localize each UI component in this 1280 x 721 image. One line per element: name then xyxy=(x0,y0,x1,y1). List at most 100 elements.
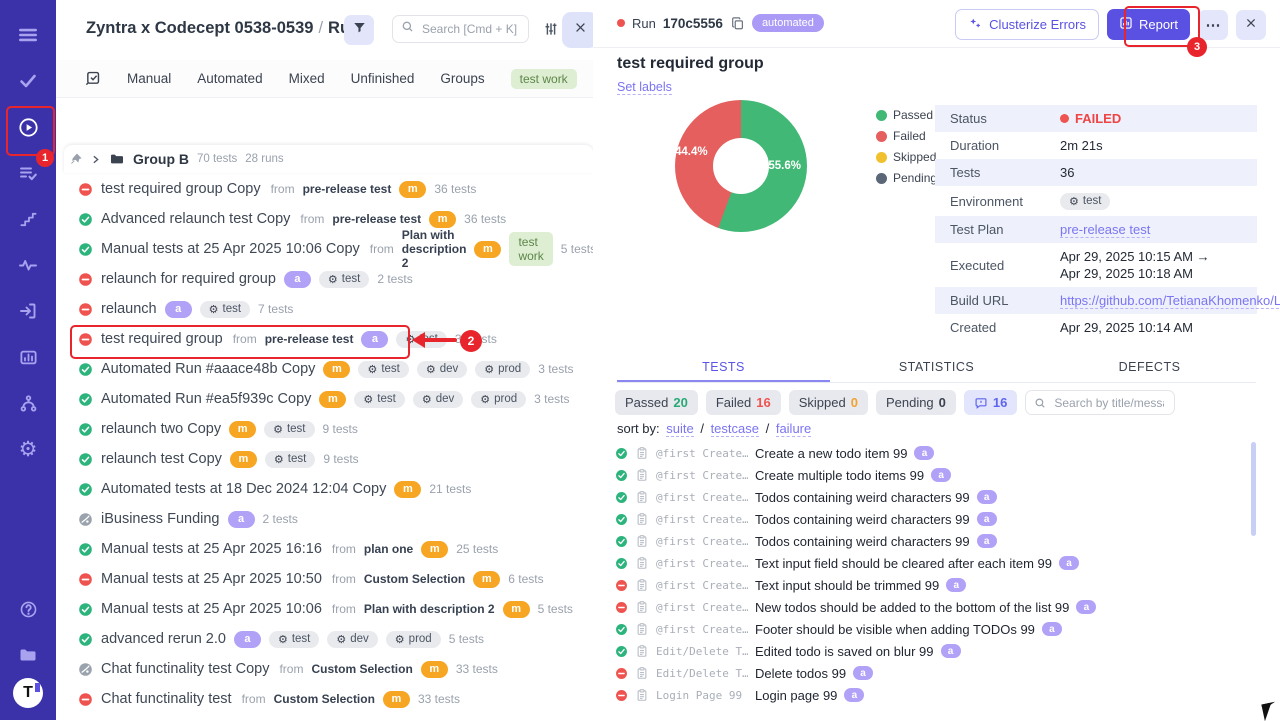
run-plan-link[interactable]: pre-release test xyxy=(265,332,354,346)
tab-tests[interactable]: TESTS xyxy=(617,355,830,382)
runs-search[interactable] xyxy=(392,15,529,43)
filter-chip-failed[interactable]: Failed16 xyxy=(706,390,781,415)
env-chip-test[interactable]: ⚙test xyxy=(264,421,314,438)
test-row[interactable]: @first Create…Todos containing weird cha… xyxy=(615,486,1260,508)
env-chip-test[interactable]: ⚙test xyxy=(319,271,369,288)
adjustments-icon[interactable] xyxy=(543,21,559,42)
test-row[interactable]: Edit/Delete T…Delete todos 99a xyxy=(615,662,1260,684)
sidebar-settings-icon[interactable]: ⚙ xyxy=(0,426,56,472)
run-row[interactable]: relauncha⚙test7 tests xyxy=(56,294,593,324)
copy-icon[interactable] xyxy=(730,16,745,31)
run-row[interactable]: relaunch test Copym⚙test9 tests xyxy=(56,444,593,474)
env-chip-test[interactable]: ⚙test xyxy=(269,631,319,648)
test-row[interactable]: @first Create…Text input field should be… xyxy=(615,552,1260,574)
sidebar-reports-icon[interactable] xyxy=(0,334,56,380)
run-plan-link[interactable]: pre-release test xyxy=(332,212,421,226)
test-row[interactable]: @first Create…Text input should be trimm… xyxy=(615,574,1260,596)
sort-by-failure[interactable]: failure xyxy=(776,421,811,437)
run-plan-link[interactable]: Custom Selection xyxy=(364,572,465,586)
filter-chip-pending[interactable]: Pending0 xyxy=(876,390,956,415)
avatar[interactable]: T xyxy=(13,678,43,708)
tab-manual[interactable]: Manual xyxy=(127,71,171,86)
run-row[interactable]: Manual tests at 25 Apr 2025 10:06fromPla… xyxy=(56,594,593,624)
sidebar-test-list-icon[interactable] xyxy=(0,150,56,196)
run-row[interactable]: Manual tests at 25 Apr 2025 16:16frompla… xyxy=(56,534,593,564)
tab-unfinished[interactable]: Unfinished xyxy=(351,71,415,86)
tab-defects[interactable]: DEFECTS xyxy=(1043,355,1256,382)
tests-search-input[interactable] xyxy=(1052,395,1166,411)
run-plan-link[interactable]: plan one xyxy=(364,542,413,556)
test-row[interactable]: @first Create…Todos containing weird cha… xyxy=(615,530,1260,552)
test-row[interactable]: @first Create…Create multiple todo items… xyxy=(615,464,1260,486)
run-row[interactable]: relaunch two Copym⚙test9 tests xyxy=(56,414,593,444)
run-plan-link[interactable]: Custom Selection xyxy=(311,662,412,676)
run-row[interactable]: Manual tests at 25 Apr 2025 10:06 Copyfr… xyxy=(56,234,593,264)
tests-scrollbar[interactable] xyxy=(1251,442,1256,536)
test-row[interactable]: @first Create…New todos should be added … xyxy=(615,596,1260,618)
pin-icon[interactable] xyxy=(70,153,82,165)
tab-automated[interactable]: Automated xyxy=(197,71,262,86)
env-chip-prod[interactable]: ⚙prod xyxy=(386,631,441,648)
sidebar-tasks-check-icon[interactable] xyxy=(0,58,56,104)
run-row[interactable]: Chat functinality testfromCustom Selecti… xyxy=(56,684,593,714)
sidebar-import-icon[interactable] xyxy=(0,288,56,334)
run-plan-link[interactable]: Plan with description 2 xyxy=(402,228,467,270)
run-row[interactable]: Automated tests at 18 Dec 2024 12:04 Cop… xyxy=(56,474,593,504)
detail-link[interactable]: https://github.com/TetianaKhomenko/Lo... xyxy=(1060,293,1280,309)
runs-search-input[interactable] xyxy=(420,21,520,37)
env-chip-prod[interactable]: ⚙prod xyxy=(471,391,526,408)
test-row[interactable]: @first Create…Create a new todo item 99a xyxy=(615,442,1260,464)
select-runs-icon[interactable] xyxy=(84,70,101,87)
test-row[interactable]: @first Create…Todos containing weird cha… xyxy=(615,508,1260,530)
run-row[interactable]: Chat functinality test CopyfromCustom Se… xyxy=(56,654,593,684)
filter-chip-passed[interactable]: Passed20 xyxy=(615,390,698,415)
tab-label-test-work[interactable]: test work xyxy=(511,69,577,89)
more-actions-button[interactable]: ⋯ xyxy=(1198,10,1228,40)
env-chip-dev[interactable]: ⚙dev xyxy=(413,391,463,408)
test-row[interactable]: @first Create…Footer should be visible w… xyxy=(615,618,1260,640)
test-row[interactable]: Login Page 99Login page 99a xyxy=(615,684,1260,706)
run-row[interactable]: relaunch for required groupa⚙test2 tests xyxy=(56,264,593,294)
env-chip-test[interactable]: ⚙test xyxy=(200,301,250,318)
env-chip-test[interactable]: ⚙test xyxy=(358,361,408,378)
sidebar-branches-icon[interactable] xyxy=(0,380,56,426)
test-row[interactable]: Edit/Delete T…Edited todo is saved on bl… xyxy=(615,640,1260,662)
env-chip-test[interactable]: ⚙test xyxy=(396,331,446,348)
run-row[interactable]: Automated Run #ea5f939c Copym⚙test⚙dev⚙p… xyxy=(56,384,593,414)
set-labels-link[interactable]: Set labels xyxy=(617,80,672,95)
sidebar-help-icon[interactable] xyxy=(0,586,56,632)
env-chip-prod[interactable]: ⚙prod xyxy=(475,361,530,378)
comments-filter-chip[interactable]: 16 xyxy=(964,390,1017,415)
env-chip-dev[interactable]: ⚙dev xyxy=(417,361,467,378)
env-chip-dev[interactable]: ⚙dev xyxy=(327,631,377,648)
run-row[interactable]: Automated Run #aaace48b Copym⚙test⚙dev⚙p… xyxy=(56,354,593,384)
sidebar-analytics-pulse-icon[interactable] xyxy=(0,242,56,288)
tab-statistics[interactable]: STATISTICS xyxy=(830,355,1043,382)
close-panel-button[interactable] xyxy=(562,12,594,48)
sort-by-testcase[interactable]: testcase xyxy=(711,421,759,437)
report-button[interactable]: Report xyxy=(1107,9,1190,40)
chevron-right-icon[interactable] xyxy=(90,154,101,165)
run-row-highlighted[interactable]: test required groupfrompre-release testa… xyxy=(56,324,593,354)
clusterize-errors-button[interactable]: Clusterize Errors xyxy=(955,9,1099,40)
tab-groups[interactable]: Groups xyxy=(440,71,484,86)
env-chip-test[interactable]: ⚙test xyxy=(265,451,315,468)
run-label-chip[interactable]: test work xyxy=(509,232,552,266)
tab-mixed[interactable]: Mixed xyxy=(289,71,325,86)
sidebar-projects-icon[interactable] xyxy=(0,632,56,678)
filter-chip-skipped[interactable]: Skipped0 xyxy=(789,390,868,415)
tests-search[interactable] xyxy=(1025,390,1175,415)
close-details-button[interactable] xyxy=(1236,10,1266,40)
group-header[interactable]: Group B 70 tests 28 runs xyxy=(64,145,593,173)
run-plan-link[interactable]: Custom Selection xyxy=(274,692,375,706)
detail-link[interactable]: pre-release test xyxy=(1060,222,1150,238)
run-row[interactable]: test required group Copyfrompre-release … xyxy=(56,174,593,204)
sidebar-runs-play-icon[interactable] xyxy=(0,104,56,150)
sort-by-suite[interactable]: suite xyxy=(666,421,693,437)
run-plan-link[interactable]: pre-release test xyxy=(303,182,392,196)
run-plan-link[interactable]: Plan with description 2 xyxy=(364,602,495,616)
run-row[interactable]: advanced rerun 2.0a⚙test⚙dev⚙prod5 tests xyxy=(56,624,593,654)
environment-chip[interactable]: ⚙test xyxy=(1060,193,1110,210)
sidebar-steps-icon[interactable] xyxy=(0,196,56,242)
filter-button[interactable] xyxy=(344,15,374,45)
